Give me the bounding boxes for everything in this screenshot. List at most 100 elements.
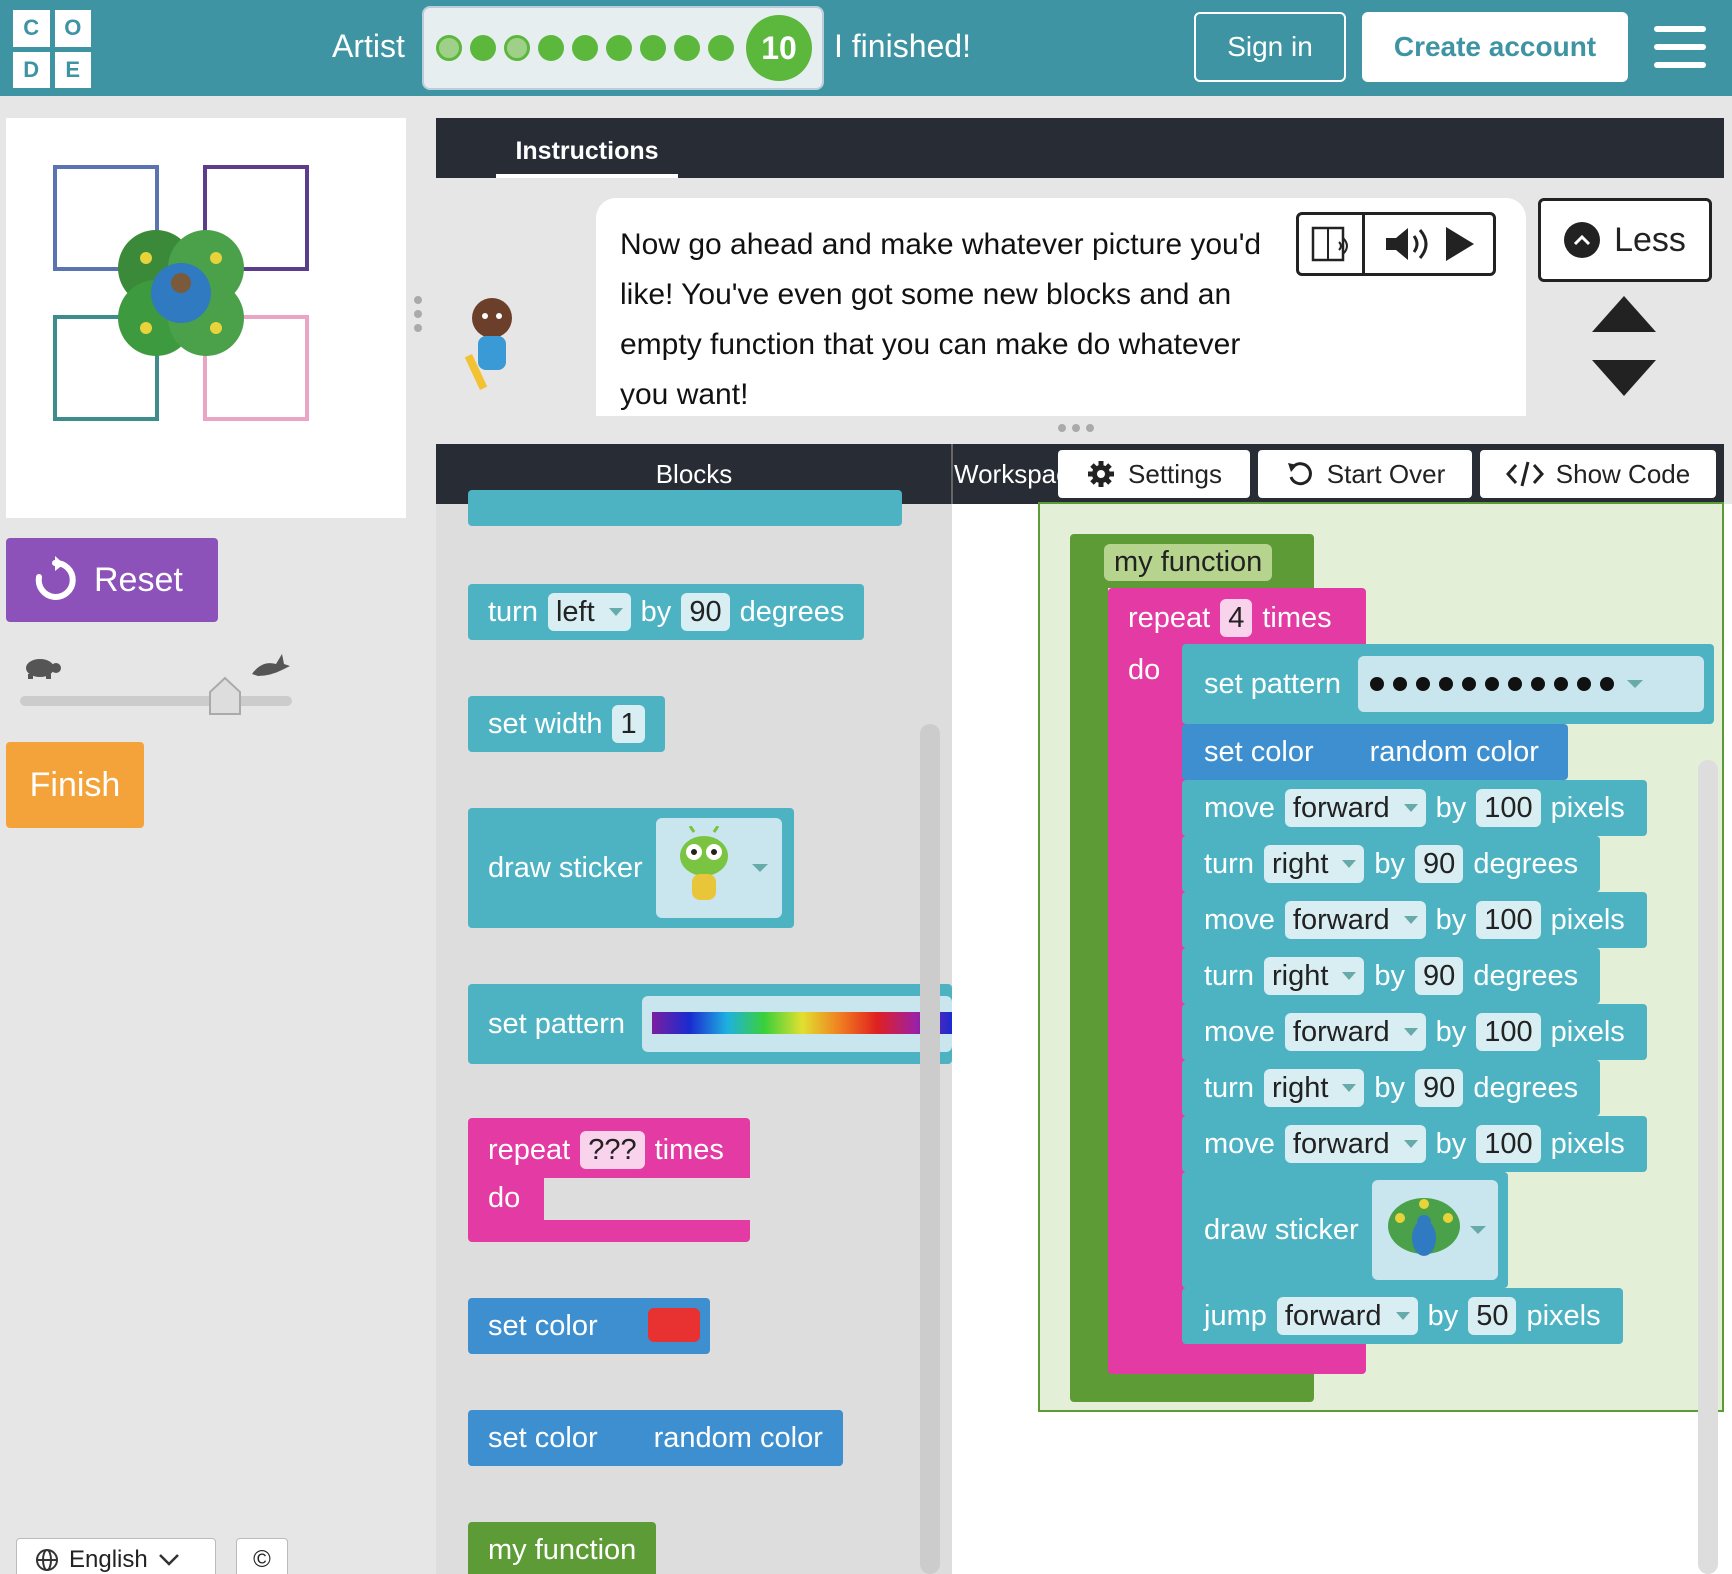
direction-dropdown[interactable]: left <box>547 593 631 631</box>
degrees-field[interactable]: 90 <box>1415 845 1464 883</box>
level-dot[interactable] <box>640 35 666 61</box>
gear-icon <box>1088 461 1115 487</box>
show-code-button[interactable]: Show Code <box>1480 450 1716 498</box>
code-icon <box>1505 461 1544 487</box>
level-progress: 10 <box>422 6 824 90</box>
distance-field[interactable]: 100 <box>1476 901 1541 939</box>
color-swatch[interactable] <box>648 1308 700 1342</box>
book-audio-icon <box>1311 226 1348 262</box>
create-account-button[interactable]: Create account <box>1362 12 1628 82</box>
degrees-field[interactable]: 90 <box>681 593 730 631</box>
toolbox-draw-sticker-block[interactable]: draw sticker <box>468 808 794 928</box>
alien-sticker-icon <box>680 826 728 900</box>
degrees-field[interactable]: 90 <box>1415 1069 1464 1107</box>
workspace-scrollbar[interactable] <box>1698 760 1718 1574</box>
turn-right-block[interactable]: turn right by 90 degrees <box>1182 1060 1601 1116</box>
level-dot[interactable] <box>606 35 632 61</box>
direction-dropdown[interactable]: right <box>1263 957 1365 995</box>
direction-dropdown[interactable]: forward <box>1284 789 1426 827</box>
speed-thumb[interactable] <box>208 676 242 716</box>
hamburger-menu-icon[interactable] <box>1654 26 1706 68</box>
current-level-badge[interactable]: 10 <box>746 15 812 81</box>
distance-field[interactable]: 50 <box>1468 1297 1517 1335</box>
turn-right-block[interactable]: turn right by 90 degrees <box>1182 948 1601 1004</box>
direction-dropdown[interactable]: right <box>1263 845 1365 883</box>
language-selector[interactable]: English <box>16 1538 216 1574</box>
width-field[interactable]: 1 <box>612 705 645 743</box>
dropdown-arrow-icon <box>1627 680 1643 688</box>
toolbox-scrollbar[interactable] <box>920 724 940 1574</box>
dotted-pattern-dropdown[interactable] <box>1358 656 1704 712</box>
reset-icon <box>35 556 76 600</box>
horizontal-resize-handle[interactable] <box>414 296 422 332</box>
move-forward-block[interactable]: move forward by 100 pixels <box>1182 892 1647 948</box>
speed-track[interactable] <box>20 696 292 706</box>
text-to-speech-controls <box>1296 212 1496 276</box>
toolbox-set-color-block[interactable]: set color <box>468 1298 710 1354</box>
toolbox-repeat-block[interactable]: repeat ??? times do <box>468 1118 750 1242</box>
repeat-count-field[interactable]: 4 <box>1220 599 1253 637</box>
settings-button[interactable]: Settings <box>1058 450 1250 498</box>
code-logo[interactable]: C O D E <box>13 10 91 88</box>
artist-canvas <box>6 118 406 518</box>
rabbit-icon <box>252 654 290 676</box>
reset-button[interactable]: Reset <box>6 538 218 622</box>
function-name-field[interactable]: my function <box>1104 544 1273 581</box>
distance-field[interactable]: 100 <box>1476 789 1541 827</box>
direction-dropdown[interactable]: forward <box>1284 1125 1426 1163</box>
play-audio-button[interactable] <box>1365 215 1493 273</box>
direction-dropdown[interactable]: forward <box>1284 901 1426 939</box>
toolbox-turn-right-block[interactable] <box>468 490 902 526</box>
rainbow-pattern-icon <box>652 1012 952 1034</box>
vertical-resize-handle[interactable] <box>1058 424 1094 432</box>
move-forward-block[interactable]: move forward by 100 pixels <box>1182 780 1647 836</box>
degrees-field[interactable]: 90 <box>1415 957 1464 995</box>
finished-link[interactable]: I finished! <box>834 28 971 65</box>
pattern-dropdown[interactable] <box>642 996 952 1052</box>
scroll-down-icon[interactable] <box>1592 360 1656 396</box>
dropdown-arrow-icon <box>752 864 768 872</box>
sticker-dropdown[interactable] <box>1372 1180 1498 1280</box>
workspace-header: Workspace <box>954 458 1058 489</box>
copyright-button[interactable]: © <box>236 1538 288 1574</box>
direction-dropdown[interactable]: forward <box>1276 1297 1418 1335</box>
top-header: C O D E Artist 10 I finished! Sign in Cr… <box>0 0 1732 96</box>
toolbox-set-width-block[interactable]: set width 1 <box>468 696 665 752</box>
repeat-count-field[interactable]: ??? <box>580 1131 645 1169</box>
move-forward-block[interactable]: move forward by 100 pixels <box>1182 1004 1647 1060</box>
collapse-instructions-button[interactable]: Less <box>1538 198 1712 282</box>
drawing-output <box>53 165 309 421</box>
level-dot[interactable] <box>572 35 598 61</box>
direction-dropdown[interactable]: forward <box>1284 1013 1426 1051</box>
sticker-dropdown[interactable] <box>656 818 782 918</box>
undo-icon <box>1287 462 1312 486</box>
chevron-down-icon <box>158 1554 179 1566</box>
jump-forward-block[interactable]: jump forward by 50 pixels <box>1182 1288 1623 1344</box>
toolbox-set-pattern-block[interactable]: set pattern <box>468 984 952 1064</box>
sign-in-button[interactable]: Sign in <box>1194 12 1346 82</box>
level-dot[interactable] <box>470 35 496 61</box>
toolbox-my-function-block[interactable]: my function <box>468 1522 657 1574</box>
direction-dropdown[interactable]: right <box>1263 1069 1365 1107</box>
level-dot[interactable] <box>674 35 700 61</box>
distance-field[interactable]: 100 <box>1476 1013 1541 1051</box>
level-dot[interactable] <box>538 35 564 61</box>
move-forward-block[interactable]: move forward by 100 pixels <box>1182 1116 1647 1172</box>
globe-icon <box>36 1549 58 1571</box>
scroll-up-icon[interactable] <box>1592 296 1656 332</box>
toolbox-turn-left-block[interactable]: turn left by 90 degrees <box>468 584 865 640</box>
start-over-button[interactable]: Start Over <box>1258 450 1472 498</box>
distance-field[interactable]: 100 <box>1476 1125 1541 1163</box>
speed-slider[interactable] <box>20 650 292 720</box>
draw-sticker-block[interactable]: draw sticker <box>1182 1172 1508 1288</box>
level-dot[interactable] <box>504 35 530 61</box>
read-aloud-button[interactable] <box>1299 215 1365 273</box>
turn-right-block[interactable]: turn right by 90 degrees <box>1182 836 1601 892</box>
finish-button[interactable]: Finish <box>6 742 144 828</box>
set-color-random-block[interactable]: set color random color <box>1182 724 1568 780</box>
tab-instructions[interactable]: Instructions <box>496 128 678 178</box>
set-pattern-block[interactable]: set pattern <box>1182 644 1714 724</box>
level-dot[interactable] <box>436 35 462 61</box>
level-dot[interactable] <box>708 35 734 61</box>
toolbox-set-color-random-block[interactable]: set color random color <box>468 1410 843 1466</box>
